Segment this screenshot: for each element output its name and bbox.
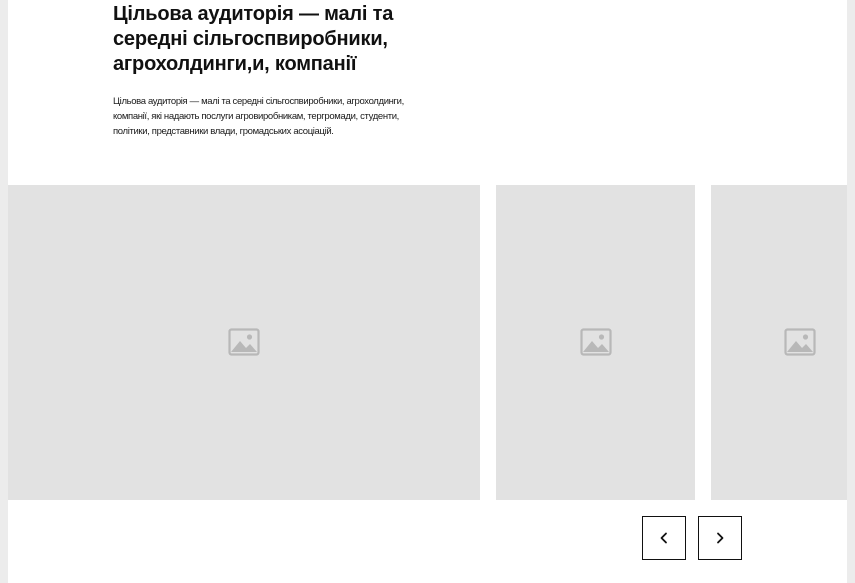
image-placeholder-icon: [580, 328, 612, 356]
chevron-right-icon: [717, 532, 724, 544]
carousel-next-button[interactable]: [698, 516, 742, 560]
section-description: Цільова аудиторія — малі та середні сіль…: [113, 96, 404, 137]
gallery-slide-1[interactable]: [8, 185, 480, 500]
carousel-prev-button[interactable]: [642, 516, 686, 560]
section-title: Цільова аудиторія — малі та середні сіль…: [113, 3, 394, 75]
image-gallery: [8, 185, 847, 500]
gallery-slide-2[interactable]: [496, 185, 695, 500]
chevron-left-icon: [660, 532, 667, 544]
gallery-slide-3[interactable]: [711, 185, 847, 500]
image-placeholder-icon: [228, 328, 260, 356]
content-frame: Цільова аудиторія — малі та середні сіль…: [8, 0, 847, 583]
image-placeholder-icon: [784, 328, 816, 356]
